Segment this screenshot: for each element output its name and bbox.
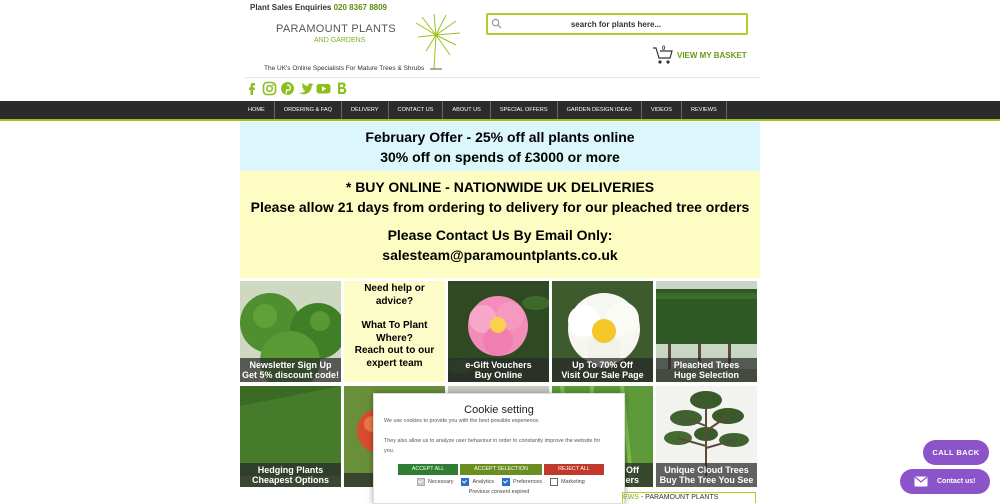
tile-gift-vouchers[interactable]: e-Gift Vouchers Buy Online (448, 281, 549, 382)
analytics-checkbox[interactable]: Analytics (461, 478, 494, 486)
cookie-title: Cookie setting (464, 404, 534, 416)
pinterest-icon[interactable] (280, 81, 295, 96)
nav-special-offers[interactable]: Special Offers (491, 101, 558, 119)
logo-line1: PARAMOUNT PLANTS (276, 23, 396, 35)
tile-expert-help[interactable]: Need help or advice? What To Plant Where… (344, 281, 445, 382)
tile-caption: Pleached Trees Huge Selection (656, 358, 757, 382)
tile-caption: Up To 70% Off Visit Our Sale Page (552, 358, 653, 382)
nav-home[interactable]: Home (240, 101, 275, 119)
tile-pleached-trees[interactable]: Pleached Trees Huge Selection (656, 281, 757, 382)
basket-label: VIEW MY BASKET (677, 50, 747, 60)
search-box[interactable] (486, 13, 748, 35)
notice-line1: * BUY ONLINE - NATIONWIDE UK DELIVERIES (345, 179, 655, 195)
tile-hedging[interactable]: Hedging Plants Cheapest Options (240, 386, 341, 487)
basket-count: 0 (662, 46, 666, 52)
main-nav: Home Ordering & FAQ Delivery Contact Us … (0, 101, 1000, 121)
tile-caption: Hedging Plants Cheapest Options (240, 463, 341, 487)
sales-email-link[interactable]: salesteam@paramountplants.co.uk (240, 245, 760, 265)
delivery-notice: * BUY ONLINE - NATIONWIDE UK DELIVERIES … (240, 171, 760, 278)
preferences-checkbox[interactable]: Preferences (502, 478, 542, 486)
february-offer-banner: February Offer - 25% off all plants onli… (240, 122, 760, 171)
checkbox-icon[interactable] (550, 478, 559, 486)
contact-us-button[interactable]: Contact us! (900, 469, 990, 494)
checkbox-icon[interactable] (461, 478, 470, 486)
enquiries-label: Plant Sales Enquiries (250, 3, 332, 12)
cookie-settings-dialog: Cookie setting We use cookies to provide… (373, 393, 625, 504)
tile-cloud-trees[interactable]: Unique Cloud Trees Buy The Tree You See (656, 386, 757, 487)
cookie-text-1: We use cookies to provide you with the b… (384, 418, 540, 424)
nav-contact-us[interactable]: Contact Us (389, 101, 444, 119)
twitter-icon[interactable] (298, 81, 313, 96)
tile-caption: e-Gift Vouchers Buy Online (448, 358, 549, 382)
checkbox-icon[interactable] (502, 478, 511, 486)
facebook-icon[interactable] (244, 81, 259, 96)
envelope-icon (914, 476, 928, 487)
social-links (244, 81, 349, 96)
accept-selection-button[interactable]: Accept Selection (460, 464, 542, 475)
marketing-checkbox[interactable]: Marketing (550, 478, 585, 486)
tile-sale[interactable]: Up To 70% Off Visit Our Sale Page (552, 281, 653, 382)
contact-us-label: Contact us! (937, 478, 976, 485)
blog-icon[interactable] (334, 81, 349, 96)
nav-garden-design-ideas[interactable]: Garden Design Ideas (558, 101, 642, 119)
youtube-icon[interactable] (316, 81, 331, 96)
nav-about-us[interactable]: About Us (443, 101, 491, 119)
instagram-icon[interactable] (262, 81, 277, 96)
notice-line2: Please allow 21 days from ordering to de… (250, 199, 750, 215)
tile-caption: Newsletter Sign Up Get 5% discount code! (240, 358, 341, 382)
reviews-strip[interactable]: EWS - PARAMOUNT PLANTS (622, 492, 756, 503)
palm-tree-logo-icon (415, 13, 461, 70)
enquiries-phone[interactable]: 020 8367 8809 (334, 3, 387, 12)
nav-videos[interactable]: Videos (642, 101, 682, 119)
cookie-text-2: They also allow us to analyze user behav… (384, 438, 601, 454)
necessary-checkbox: Necessary (417, 478, 453, 486)
checkbox-icon (417, 478, 425, 486)
tagline: The UK's Online Specialists For Mature T… (264, 65, 425, 72)
accept-all-button[interactable]: Accept All (398, 464, 458, 475)
nav-delivery[interactable]: Delivery (342, 101, 389, 119)
basket-link[interactable]: 0 VIEW MY BASKET (652, 45, 747, 65)
tile-caption: Unique Cloud Trees Buy The Tree You See (656, 463, 757, 487)
nav-reviews[interactable]: Reviews (682, 101, 727, 119)
search-icon (491, 18, 502, 29)
notice-line3: Please Contact Us By Email Only: (387, 227, 613, 243)
logo-line2: AND GARDENS (314, 37, 366, 44)
reject-all-button[interactable]: Reject All (544, 464, 604, 475)
call-back-button[interactable]: CALL BACK (923, 440, 989, 465)
offer-line2: 30% off on spends of £3000 or more (380, 149, 620, 165)
search-input[interactable] (506, 15, 726, 33)
tile-newsletter[interactable]: Newsletter Sign Up Get 5% discount code! (240, 281, 341, 382)
offer-line1: February Offer - 25% off all plants onli… (365, 129, 635, 145)
previous-consent-note: Previous consent expired (468, 489, 530, 495)
nav-ordering-faq[interactable]: Ordering & FAQ (275, 101, 342, 119)
header-divider (245, 77, 760, 78)
sales-enquiries: Plant Sales Enquiries 020 8367 8809 (250, 3, 387, 12)
